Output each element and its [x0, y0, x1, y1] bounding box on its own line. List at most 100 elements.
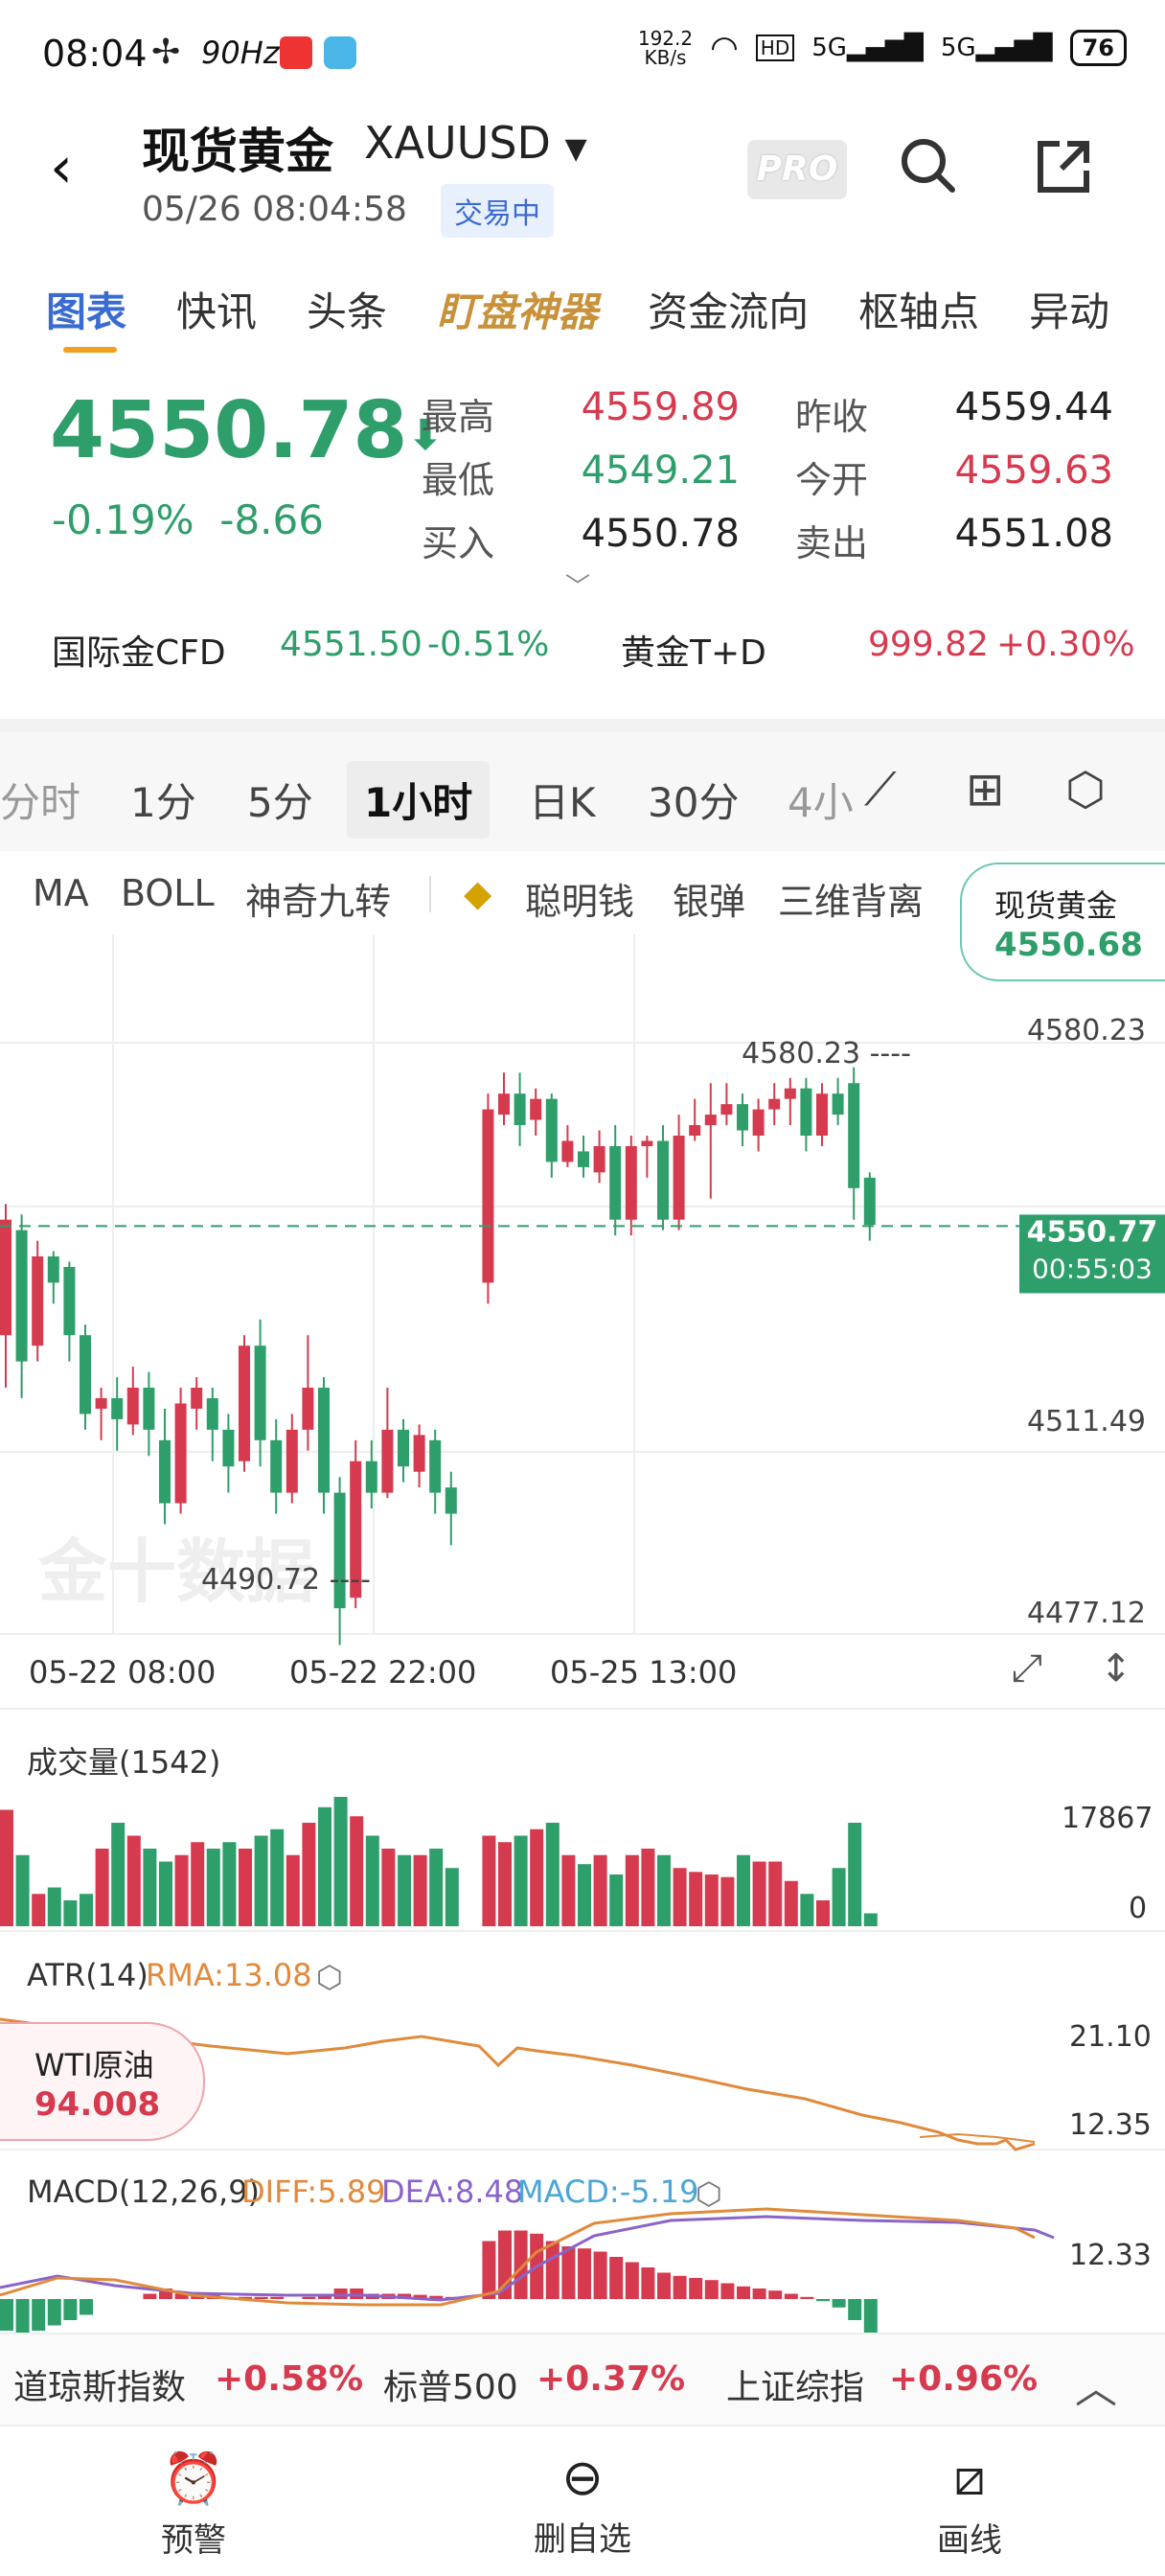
- ind-ma[interactable]: MA: [33, 872, 89, 914]
- volume-bar: [111, 1823, 126, 1926]
- volume-title[interactable]: 成交量(1542): [27, 1738, 220, 1782]
- macd-title[interactable]: MACD(12,26,9): [27, 2174, 260, 2210]
- signal-icon: 5G▂▄▆█: [811, 34, 924, 62]
- atr-rma: RMA:13.08: [146, 1957, 312, 1993]
- tab-chart[interactable]: 图表: [46, 280, 126, 338]
- atr-title[interactable]: ATR(14): [27, 1957, 148, 1993]
- vertical-scale-icon[interactable]: ↕: [1100, 1646, 1132, 1690]
- low-marker-label: 4490.72 ----: [201, 1563, 371, 1597]
- candle-body: [482, 1109, 494, 1283]
- candle-body: [498, 1093, 510, 1116]
- macd-bar: [254, 2296, 268, 2299]
- back-icon[interactable]: ‹: [50, 134, 73, 201]
- nav-draw-label: 画线: [937, 2521, 1002, 2560]
- macd-bar: [863, 2299, 878, 2334]
- volume-bar: [143, 1849, 157, 1926]
- volume-bar: [302, 1823, 316, 1926]
- tab-headlines[interactable]: 头条: [307, 280, 387, 338]
- volume-bar: [174, 1854, 189, 1926]
- period-1h[interactable]: 1小时: [347, 761, 491, 839]
- fullscreen-icon[interactable]: ⤢: [1012, 1646, 1042, 1690]
- atr-settings-icon[interactable]: ⬡: [316, 1959, 343, 1995]
- candle-body: [816, 1093, 828, 1137]
- battery: 76: [1069, 30, 1127, 66]
- ind-nine[interactable]: 神奇九转: [245, 872, 391, 925]
- bid-label: 买入: [422, 522, 495, 564]
- volume-max: 17867: [1062, 1802, 1154, 1835]
- period-day[interactable]: 日K: [529, 770, 596, 829]
- macd-bar: [333, 2288, 348, 2299]
- td-label[interactable]: 黄金T+D: [621, 625, 766, 675]
- change-pct: -0.19%: [52, 496, 194, 543]
- tab-pivot[interactable]: 枢轴点: [858, 280, 979, 338]
- period-30m[interactable]: 30分: [648, 770, 739, 829]
- volume-bar: [816, 1900, 830, 1926]
- nav-remove-watchlist[interactable]: ⊖ 删自选: [487, 2450, 678, 2560]
- period-4h[interactable]: 4小: [788, 770, 854, 829]
- last-price-value: 4550.78: [50, 385, 408, 476]
- candle-body: [365, 1460, 377, 1493]
- trading-badge: 交易中: [441, 184, 554, 238]
- volume-bar: [657, 1854, 671, 1926]
- ticker-pct-1: +0.58%: [215, 2359, 364, 2399]
- tab-flash[interactable]: 快讯: [176, 280, 257, 338]
- candle-body: [445, 1487, 457, 1514]
- volume-bar: [80, 1894, 93, 1926]
- ind-3d-divergence[interactable]: 三维背离: [778, 872, 924, 925]
- y-axis-label: 4477.12: [1027, 1597, 1146, 1630]
- expand-chevron-icon[interactable]: ﹀: [565, 567, 590, 603]
- symbol-selector[interactable]: XAUUSD ▼: [364, 117, 587, 169]
- volume-bar: [498, 1842, 512, 1926]
- candle-body: [832, 1093, 844, 1116]
- nav-alert[interactable]: ⏰ 预警: [98, 2450, 289, 2561]
- volume-bar: [350, 1816, 364, 1926]
- settings-hex-icon[interactable]: ⬡: [1065, 763, 1106, 816]
- candle-body: [126, 1388, 139, 1425]
- active-tab-indicator: [63, 347, 117, 353]
- macd-bar: [15, 2299, 30, 2334]
- candle-body: [191, 1388, 203, 1409]
- chevron-up-icon[interactable]: ︿: [1075, 2354, 1117, 2415]
- macd-bar: [143, 2293, 157, 2299]
- nav-draw[interactable]: ⧄ 画线: [874, 2450, 1065, 2561]
- tab-money-flow[interactable]: 资金流向: [648, 280, 809, 338]
- period-tick[interactable]: 分时: [0, 770, 80, 829]
- candle-body: [95, 1397, 107, 1409]
- draw-line-icon[interactable]: ⟋: [864, 763, 897, 817]
- layout-grid-icon[interactable]: ⊞: [966, 763, 1004, 816]
- candle-body: [143, 1388, 155, 1430]
- wti-bubble[interactable]: WTI原油 94.008: [0, 2022, 205, 2141]
- candle-body: [704, 1115, 717, 1126]
- high-value: 4559.89: [581, 385, 740, 429]
- ind-silver-bullet[interactable]: 银弹: [673, 872, 745, 925]
- ind-boll[interactable]: BOLL: [121, 872, 215, 914]
- ind-smart-money[interactable]: 聪明钱: [525, 872, 634, 925]
- high-label: 最高: [422, 396, 495, 438]
- bid-value: 4550.78: [581, 512, 740, 556]
- index-ticker[interactable]: 道琼斯指数 +0.58% 标普500 +0.37% 上证综指 +0.96% ︿: [0, 2333, 1165, 2425]
- share-icon[interactable]: [1035, 138, 1092, 196]
- search-icon[interactable]: [897, 134, 958, 196]
- period-1m[interactable]: 1分: [130, 770, 196, 829]
- volume-bar: [381, 1849, 396, 1926]
- volume-bar: [191, 1842, 205, 1926]
- macd-bars: [0, 2207, 1055, 2334]
- volume-bar: [270, 1828, 285, 1926]
- fan-icon: ✢: [151, 33, 181, 72]
- candle-body: [625, 1145, 637, 1220]
- volume-bar: [863, 1913, 878, 1926]
- macd-settings-icon[interactable]: ⬡: [696, 2175, 722, 2212]
- macd-bar: [593, 2251, 607, 2299]
- period-5m[interactable]: 5分: [247, 770, 313, 829]
- volume-bar: [95, 1849, 109, 1926]
- refresh-rate: 90Hz: [201, 34, 280, 71]
- tab-watch-tool[interactable]: 盯盘神器: [437, 280, 598, 338]
- prev-close-value: 4559.44: [954, 385, 1113, 429]
- tab-movement[interactable]: 异动: [1029, 280, 1109, 338]
- macd-bar: [704, 2280, 719, 2299]
- pro-button[interactable]: PRO: [747, 140, 847, 199]
- cfd-label[interactable]: 国际金CFD: [52, 625, 226, 675]
- volume-bar: [561, 1854, 576, 1926]
- y-axis-labels: 4580.23 4511.49 4477.12: [1027, 1014, 1146, 1630]
- macd-dea: DEA:8.48: [381, 2174, 524, 2210]
